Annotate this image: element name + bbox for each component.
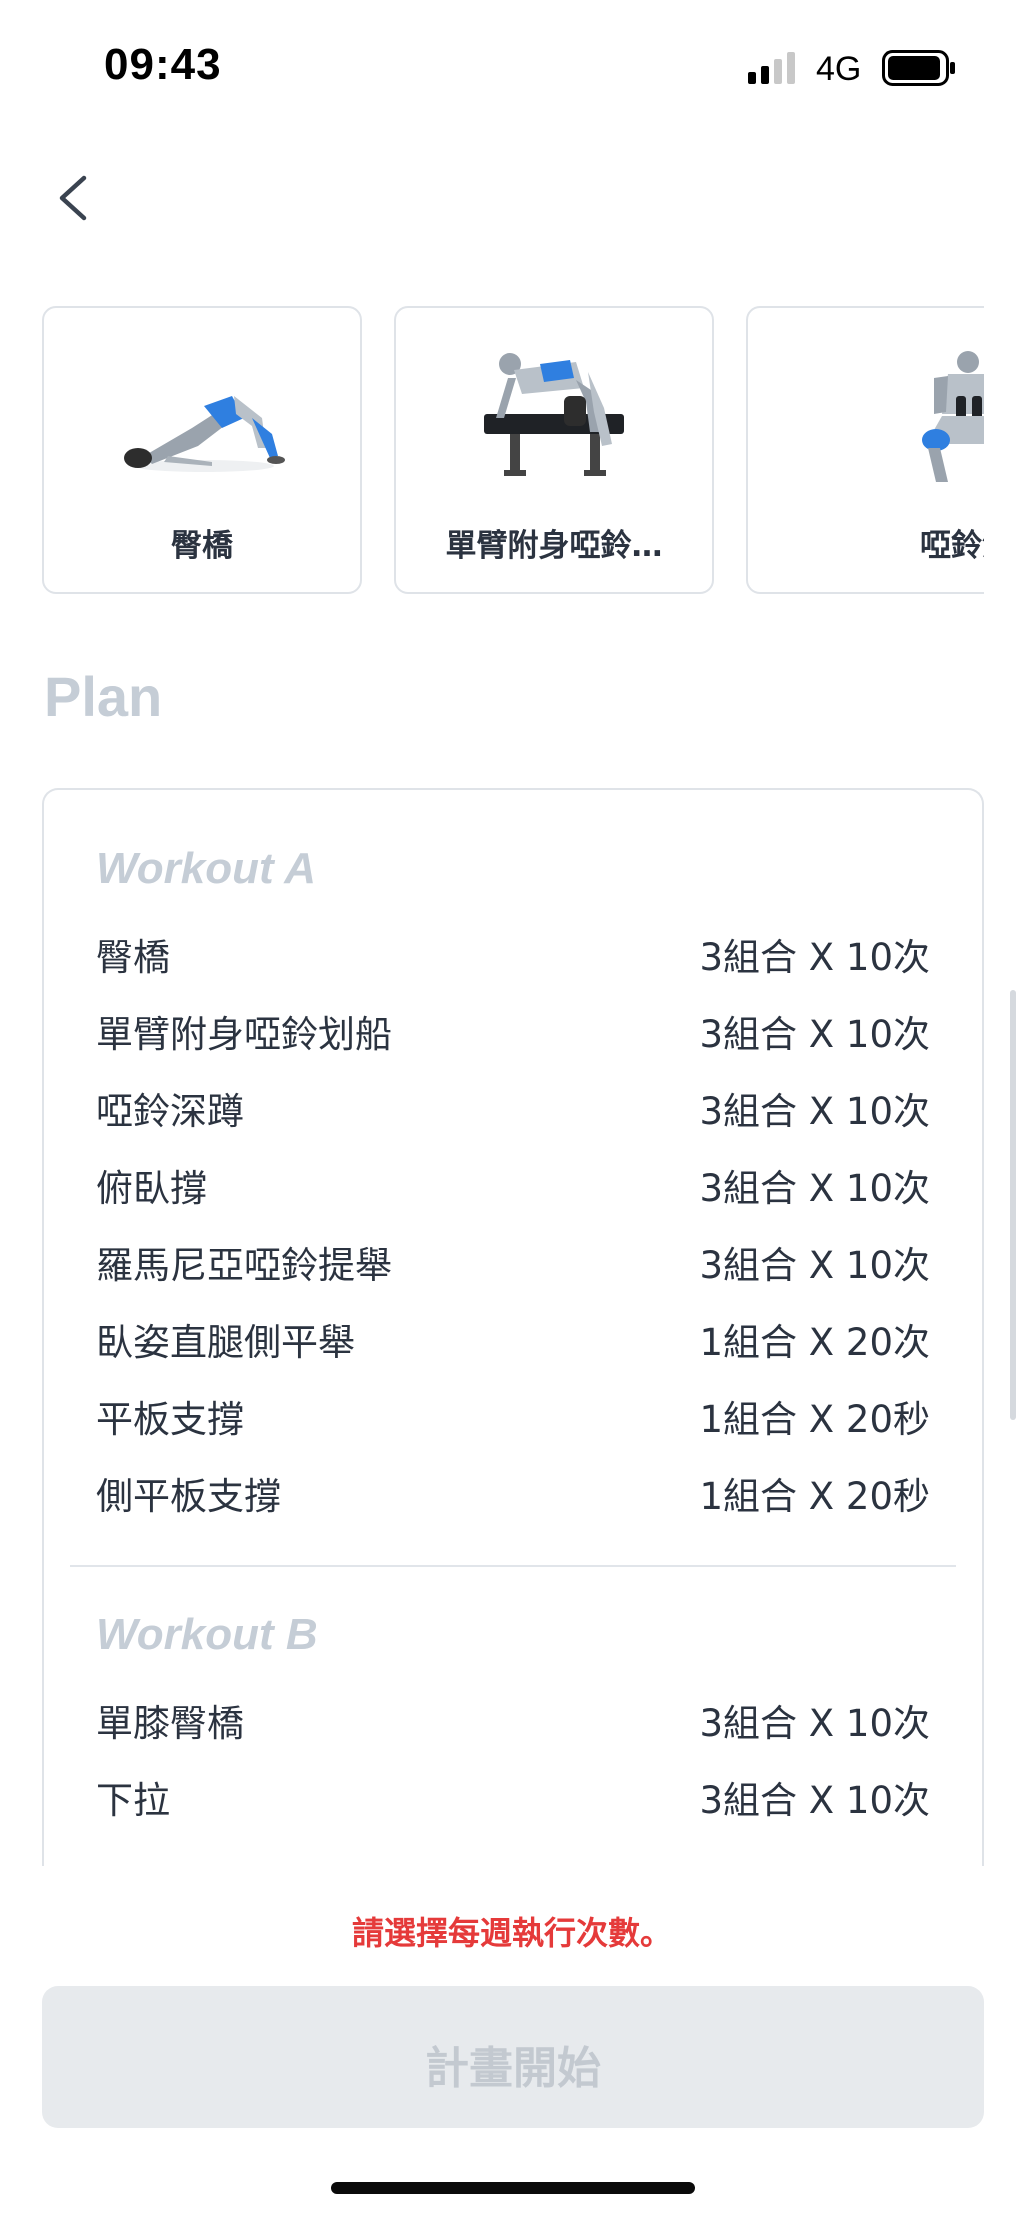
exercise-row: 臥姿直腿側平舉 1組合 X 20次 [96, 1309, 930, 1369]
exercise-row: 啞鈴深蹲 3組合 X 10次 [96, 1078, 930, 1138]
exercise-sets-reps: 3組合 X 10次 [699, 1167, 931, 1210]
exercise-sets-reps: 3組合 X 10次 [699, 1779, 931, 1822]
exercise-sets-reps: 1組合 X 20秒 [699, 1475, 931, 1518]
exercise-sets-reps: 1組合 X 20次 [699, 1321, 931, 1364]
exercise-name: 臥姿直腿側平舉 [96, 1321, 355, 1364]
exercise-row: 俯臥撐 3組合 X 10次 [96, 1155, 930, 1215]
battery-icon [882, 50, 955, 86]
workout-divider [70, 1565, 956, 1567]
exercise-card-label: 臀橋 [171, 528, 233, 564]
exercise-row: 側平板支撐 1組合 X 20秒 [96, 1463, 930, 1523]
scrollbar[interactable] [1010, 990, 1016, 1420]
plan-title: Plan [44, 665, 163, 728]
exercise-sets-reps: 3組合 X 10次 [699, 1013, 931, 1056]
exercise-name: 羅馬尼亞啞鈴提舉 [96, 1244, 392, 1287]
exercise-name: 臀橋 [96, 936, 170, 979]
exercise-card-glute-bridge[interactable]: 臀橋 [42, 306, 362, 594]
plan-card: Workout A 臀橋 3組合 X 10次 單臂附身啞鈴划船 3組合 X 10… [42, 788, 984, 1868]
exercise-sets-reps: 1組合 X 20秒 [699, 1398, 931, 1441]
exercise-row: 羅馬尼亞啞鈴提舉 3組合 X 10次 [96, 1232, 930, 1292]
exercise-name: 下拉 [96, 1779, 170, 1822]
back-button[interactable] [44, 158, 104, 238]
exercise-name: 單臂附身啞鈴划船 [96, 1013, 392, 1056]
exercise-card-label: 啞鈴深蹲 [920, 528, 984, 564]
exercise-name: 側平板支撐 [96, 1475, 281, 1518]
exercise-card-dumbbell-row[interactable]: 單臂附身啞鈴… [394, 306, 714, 594]
exercise-sets-reps: 3組合 X 10次 [699, 1090, 931, 1133]
start-plan-button[interactable]: 計畫開始 [42, 1986, 984, 2128]
exercise-name: 啞鈴深蹲 [96, 1090, 244, 1133]
start-plan-button-label: 計畫開始 [425, 2044, 601, 2093]
workout-a-title: Workout A [96, 844, 316, 893]
exercise-name: 俯臥撐 [96, 1167, 207, 1210]
glute-bridge-illustration [124, 396, 285, 472]
frequency-warning-text: 請選擇每週執行次數。 [351, 1914, 672, 1952]
bottom-action-area: 請選擇每週執行次數。 計畫開始 [0, 1866, 1024, 2216]
exercise-sets-reps: 3組合 X 10次 [699, 936, 931, 979]
exercise-sets-reps: 3組合 X 10次 [699, 1244, 931, 1287]
signal-strength-icon [748, 52, 795, 84]
network-type-label: 4G [816, 50, 862, 88]
workout-b-title: Workout B [96, 1610, 318, 1659]
exercise-row: 下拉 3組合 X 10次 [96, 1767, 930, 1827]
exercise-sets-reps: 3組合 X 10次 [699, 1702, 931, 1745]
status-bar: 09:43 4G [0, 0, 1024, 130]
chevron-left-icon [59, 175, 87, 221]
exercise-card-dumbbell-squat[interactable]: 啞鈴深蹲 [746, 306, 984, 594]
exercise-row: 單臂附身啞鈴划船 3組合 X 10次 [96, 1001, 930, 1061]
one-arm-dumbbell-row-illustration [484, 353, 624, 476]
exercise-carousel[interactable]: 臀橋 單臂附身啞鈴… 啞鈴 [0, 300, 984, 600]
status-time: 09:43 [104, 40, 222, 89]
exercise-row: 單膝臀橋 3組合 X 10次 [96, 1690, 930, 1750]
exercise-row: 臀橋 3組合 X 10次 [96, 924, 930, 984]
exercise-row: 平板支撐 1組合 X 20秒 [96, 1386, 930, 1446]
home-indicator [331, 2182, 695, 2194]
dumbbell-squat-illustration [922, 351, 984, 482]
exercise-name: 平板支撐 [96, 1398, 244, 1441]
exercise-name: 單膝臀橋 [96, 1702, 244, 1745]
exercise-card-label: 單臂附身啞鈴… [445, 528, 663, 564]
